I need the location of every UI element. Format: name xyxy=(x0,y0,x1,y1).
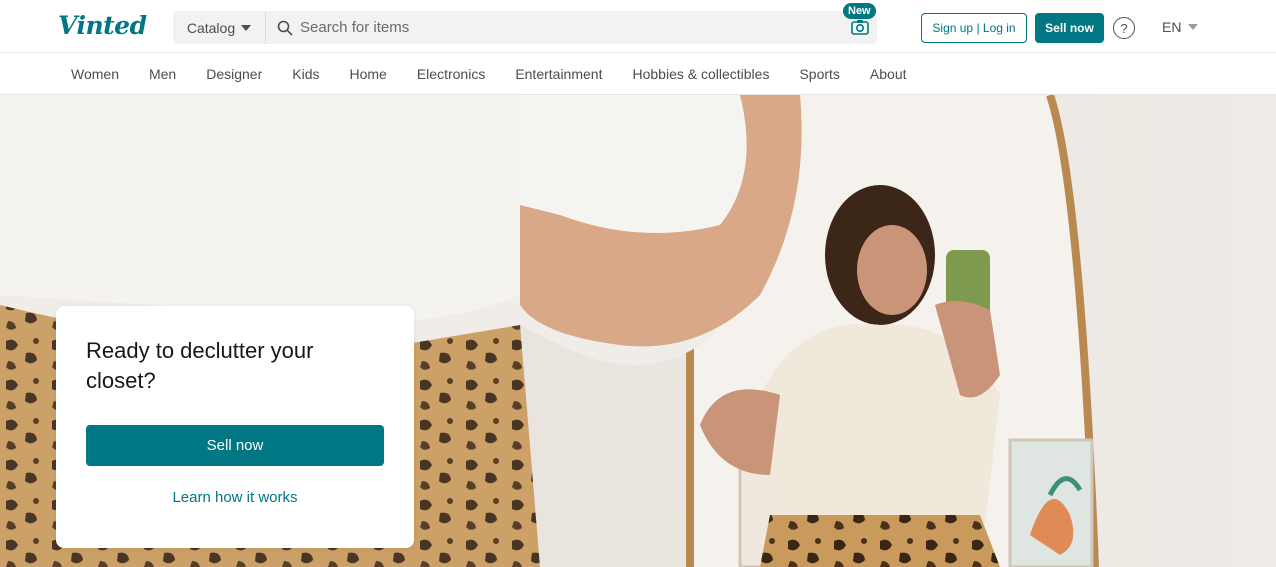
nav-item-men[interactable]: Men xyxy=(149,66,176,82)
top-header: Vinted Catalog New Sign up | Log in Sell… xyxy=(0,0,1276,53)
nav-item-entertainment[interactable]: Entertainment xyxy=(515,66,602,82)
language-selector[interactable]: EN xyxy=(1162,19,1199,35)
nav-item-about[interactable]: About xyxy=(870,66,907,82)
search-input[interactable] xyxy=(300,19,840,36)
language-label: EN xyxy=(1162,19,1182,35)
sell-now-button[interactable]: Sell now xyxy=(86,425,384,466)
signup-login-button[interactable]: Sign up | Log in xyxy=(921,13,1027,43)
catalog-label: Catalog xyxy=(186,19,236,36)
learn-how-it-works-link[interactable]: Learn how it works xyxy=(86,489,384,506)
search-icon xyxy=(277,20,293,36)
chevron-down-icon xyxy=(241,24,252,31)
chevron-down-icon xyxy=(1188,24,1199,30)
catalog-dropdown[interactable]: Catalog xyxy=(173,11,266,44)
category-nav: Women Men Designer Kids Home Electronics… xyxy=(0,53,1276,95)
vinted-logo[interactable]: Vinted xyxy=(58,11,147,40)
nav-item-home[interactable]: Home xyxy=(349,66,386,82)
new-badge: New xyxy=(843,3,876,19)
nav-item-sports[interactable]: Sports xyxy=(799,66,839,82)
nav-item-hobbies[interactable]: Hobbies & collectibles xyxy=(632,66,769,82)
declutter-card: Ready to declutter your closet? Sell now… xyxy=(56,306,414,548)
sell-now-header-button[interactable]: Sell now xyxy=(1035,13,1104,43)
camera-search-icon[interactable] xyxy=(851,19,869,35)
nav-item-designer[interactable]: Designer xyxy=(206,66,262,82)
nav-item-women[interactable]: Women xyxy=(71,66,119,82)
search-bar: Catalog xyxy=(173,11,877,44)
hero-banner: Ready to declutter your closet? Sell now… xyxy=(0,95,1276,567)
hero-heading: Ready to declutter your closet? xyxy=(86,338,314,393)
nav-item-kids[interactable]: Kids xyxy=(292,66,319,82)
question-circle-icon[interactable]: ? xyxy=(1113,17,1135,39)
nav-item-electronics[interactable]: Electronics xyxy=(417,66,485,82)
